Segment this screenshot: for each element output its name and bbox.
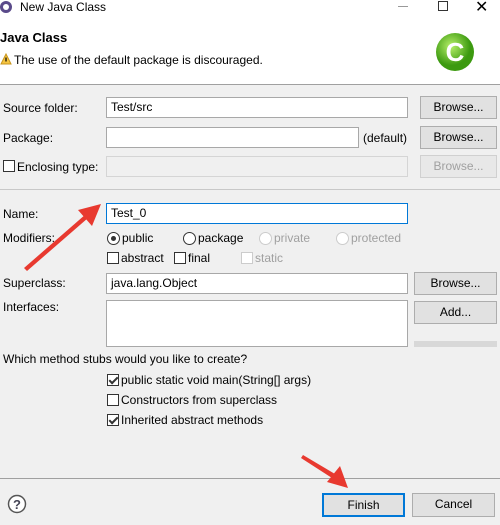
svg-text:C: C (446, 37, 465, 67)
inherited-methods-checkbox[interactable] (107, 414, 119, 426)
final-label: final (188, 251, 211, 265)
package-radio-label: package (198, 231, 244, 245)
interfaces-remove-button[interactable] (414, 341, 497, 347)
window-title: New Java Class (20, 0, 107, 14)
dialog-header: Java Class The use of the default packag… (0, 17, 500, 85)
constructors-label: Constructors from superclass (121, 393, 278, 407)
eclipse-gear-icon (0, 1, 12, 13)
private-radio[interactable] (259, 232, 272, 245)
source-folder-browse-button[interactable]: Browse... (420, 96, 497, 119)
finish-button[interactable]: Finish (322, 493, 405, 517)
modifiers-label: Modifiers: (3, 231, 56, 245)
java-class-icon: C (436, 33, 474, 71)
footer-divider (0, 478, 500, 479)
source-folder-label: Source folder: (3, 101, 78, 115)
superclass-label: Superclass: (3, 276, 66, 290)
source-folder-input[interactable]: Test/src (106, 97, 408, 118)
interfaces-label: Interfaces: (3, 300, 60, 314)
close-button[interactable]: ✕ (475, 0, 488, 17)
constructors-checkbox[interactable] (107, 394, 119, 406)
public-radio[interactable] (107, 232, 120, 245)
svg-text:?: ? (13, 497, 21, 512)
package-input[interactable] (106, 127, 359, 148)
abstract-label: abstract (121, 251, 164, 265)
package-label: Package: (3, 131, 54, 145)
main-method-checkbox[interactable] (107, 374, 119, 386)
abstract-checkbox[interactable] (107, 252, 119, 264)
enclosing-type-input[interactable] (106, 156, 408, 177)
warning-message: The use of the default package is discou… (14, 53, 263, 67)
public-radio-label: public (122, 231, 154, 245)
static-checkbox[interactable] (241, 252, 253, 264)
stubs-question: Which method stubs would you like to cre… (3, 352, 248, 366)
divider (0, 189, 500, 190)
package-browse-button[interactable]: Browse... (420, 126, 497, 149)
warning-icon (0, 53, 12, 65)
enclosing-type-label: Enclosing type: (17, 160, 99, 174)
name-input[interactable]: Test_0 (106, 203, 408, 224)
interfaces-list[interactable] (106, 300, 408, 347)
enclosing-type-checkbox[interactable] (3, 160, 15, 172)
interfaces-add-button[interactable]: Add... (414, 301, 497, 324)
inherited-methods-label: Inherited abstract methods (121, 413, 264, 427)
superclass-input[interactable]: java.lang.Object (106, 273, 408, 294)
arrow-to-finish-button (301, 455, 348, 488)
main-method-label: public static void main(String[] args) (121, 373, 312, 387)
final-checkbox[interactable] (174, 252, 186, 264)
dialog-title: Java Class (0, 30, 68, 45)
name-label: Name: (3, 207, 39, 221)
help-icon[interactable]: ? (7, 494, 27, 514)
enclosing-type-browse-button[interactable]: Browse... (420, 155, 497, 178)
cancel-button[interactable]: Cancel (412, 493, 495, 517)
private-radio-label: private (274, 231, 311, 245)
superclass-browse-button[interactable]: Browse... (414, 272, 497, 295)
minimize-button[interactable] (398, 6, 408, 7)
protected-radio[interactable] (336, 232, 349, 245)
maximize-button[interactable] (438, 1, 448, 11)
package-default-hint: (default) (363, 131, 408, 145)
static-label: static (255, 251, 284, 265)
protected-radio-label: protected (351, 231, 402, 245)
package-radio[interactable] (183, 232, 196, 245)
title-bar: New Java Class ✕ (0, 0, 500, 17)
